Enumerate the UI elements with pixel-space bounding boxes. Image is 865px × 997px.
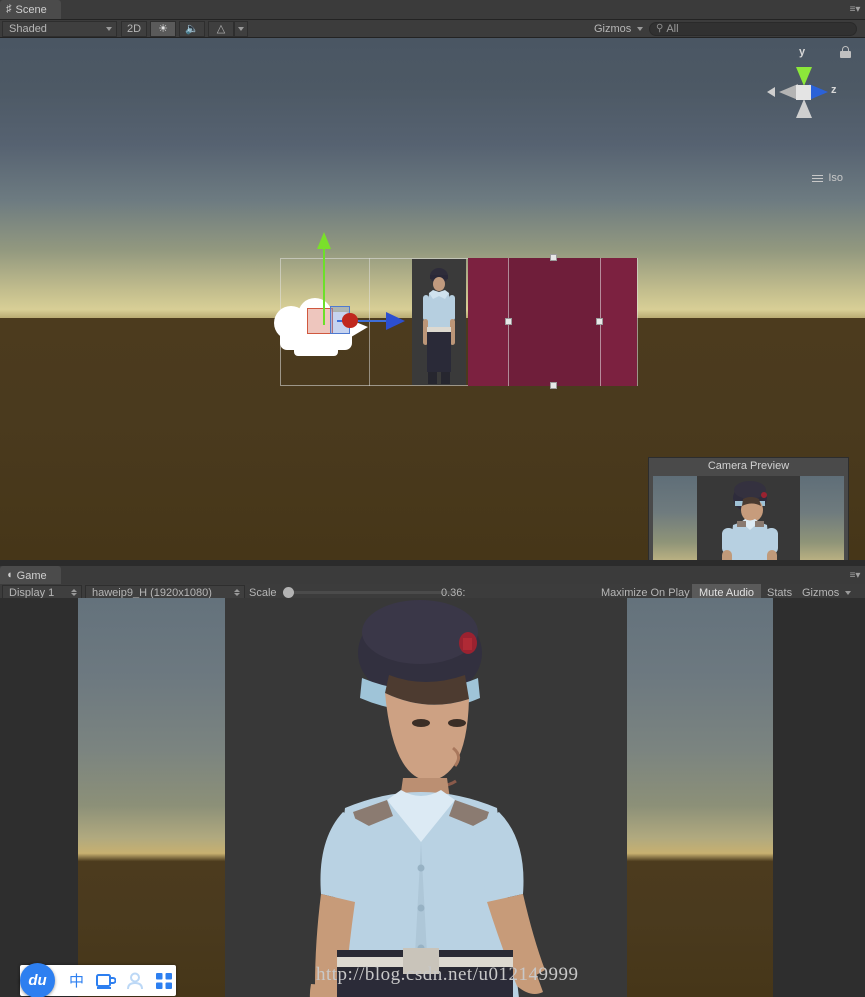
scene-search-placeholder: All xyxy=(666,22,679,35)
sun-icon: ☀ xyxy=(158,23,168,35)
gizmo-z-label: z xyxy=(831,84,837,96)
game-tabstrip: ◖ Game ≡▾ xyxy=(0,566,865,586)
scale-handle-top[interactable] xyxy=(550,254,557,261)
chevron-down-icon xyxy=(106,26,112,31)
game-panel-options-icon[interactable]: ≡▾ xyxy=(848,568,862,582)
gamepad-icon: ◖ xyxy=(6,569,13,581)
game-display-label: Display 1 xyxy=(9,586,55,599)
move-axis-x-arrow[interactable] xyxy=(342,313,358,328)
scale-handle-right[interactable] xyxy=(596,318,603,325)
game-mute-audio-label: Mute Audio xyxy=(699,586,755,599)
scale-handle-bottom[interactable] xyxy=(550,382,557,389)
scale-handle-left[interactable] xyxy=(505,318,512,325)
game-viewport[interactable]: http://blog.csdn.net/u012149999 xyxy=(0,598,865,997)
hamburger-icon xyxy=(812,174,824,182)
chevron-down-icon xyxy=(637,26,644,31)
scene-viewport[interactable]: y z Iso Camera Preview xyxy=(0,38,865,560)
stepper-icon xyxy=(71,589,77,596)
scene-draw-mode-dropdown[interactable]: Shaded xyxy=(2,20,117,37)
move-axis-z-arrow[interactable] xyxy=(386,312,405,330)
scene-projection-toggle[interactable]: Iso xyxy=(812,172,843,184)
tab-scene-label: Scene xyxy=(15,3,47,16)
ime-logo-text: du xyxy=(28,972,47,989)
camera-preview-sky-left xyxy=(653,476,697,560)
scene-panel-options-icon[interactable]: ≡▾ xyxy=(848,2,862,16)
chevron-down-icon xyxy=(845,590,852,595)
scene-search-input[interactable]: ⚲ All xyxy=(649,21,857,36)
gizmo-center-cube[interactable] xyxy=(796,85,811,100)
game-gizmos-label: Gizmos xyxy=(802,586,840,599)
scene-lighting-toggle[interactable]: ☀ xyxy=(150,20,176,37)
scene-fx-toggle[interactable]: △ xyxy=(208,20,234,37)
scene-fx-dropdown[interactable] xyxy=(234,20,248,37)
stepper-icon xyxy=(234,589,240,596)
gizmo-axis-negy-cone[interactable] xyxy=(796,99,812,118)
ime-input-mode-chinese[interactable]: 中 xyxy=(64,968,89,994)
scene-toolbar: Shaded 2D ☀ 🔈 △ Gizmos ⚲ All xyxy=(0,20,865,38)
camera-preview-panel: Camera Preview xyxy=(648,457,849,560)
gizmo-axis-z-cone[interactable] xyxy=(809,84,828,100)
tab-game-label: Game xyxy=(16,569,47,582)
tab-game[interactable]: ◖ Game xyxy=(0,566,61,585)
scene-gizmos-label: Gizmos xyxy=(594,22,632,35)
lock-body xyxy=(840,51,851,58)
scene-gizmos-dropdown[interactable]: Gizmos xyxy=(588,21,644,37)
camera-preview-title: Camera Preview xyxy=(649,458,848,475)
scene-projection-label: Iso xyxy=(828,172,843,184)
character-sprite-preview xyxy=(697,476,800,560)
slider-thumb[interactable] xyxy=(282,587,294,598)
user-icon[interactable] xyxy=(122,968,147,994)
camera-preview-render xyxy=(653,476,844,560)
scene-tabstrip: ♯ Scene ≡▾ xyxy=(0,0,865,20)
tab-scene[interactable]: ♯ Scene xyxy=(0,0,61,19)
game-scale-value: 0.36: xyxy=(441,586,466,599)
slider-track xyxy=(282,591,454,594)
watermark-text: http://blog.csdn.net/u012149999 xyxy=(316,964,579,985)
game-maximize-on-play-label: Maximize On Play xyxy=(601,586,690,599)
camera-preview-sky-right xyxy=(800,476,844,560)
camera-preview-center xyxy=(697,476,800,560)
game-scale-slider-group[interactable]: Scale 0.36: xyxy=(249,587,589,599)
character-sprite-game xyxy=(225,598,627,997)
game-sky-strip-left xyxy=(78,598,225,997)
game-scale-slider[interactable] xyxy=(282,587,589,599)
scene-2d-toggle[interactable]: 2D xyxy=(121,20,147,37)
scene-character-billboard[interactable] xyxy=(412,259,466,385)
image-effects-icon: △ xyxy=(216,23,226,35)
scene-quad-left[interactable] xyxy=(468,258,508,386)
lock-icon[interactable] xyxy=(840,46,851,58)
game-letterbox-left xyxy=(0,598,78,997)
scene-quad-right[interactable] xyxy=(600,258,637,386)
search-icon: ⚲ xyxy=(656,23,664,34)
move-axis-y-shaft[interactable] xyxy=(323,243,325,325)
scene-quad-center[interactable] xyxy=(508,258,600,386)
unity-editor-window: ♯ Scene ≡▾ Shaded 2D ☀ 🔈 △ Gizmos ⚲ All … xyxy=(0,0,865,997)
keyboard-icon[interactable] xyxy=(93,968,118,994)
scene-orientation-gizmo[interactable]: y z xyxy=(765,46,845,156)
app-grid-icon[interactable] xyxy=(151,968,176,994)
scene-draw-mode-label: Shaded xyxy=(9,22,47,35)
camera-foot xyxy=(294,342,338,356)
move-axis-y-arrow[interactable] xyxy=(317,232,331,249)
speaker-icon: 🔈 xyxy=(185,23,199,35)
gizmo-y-label: y xyxy=(799,46,806,58)
game-stats-label: Stats xyxy=(767,586,793,599)
game-letterbox-right xyxy=(773,598,865,997)
scene-audio-toggle[interactable]: 🔈 xyxy=(179,20,205,37)
ime-mode-glyph: 中 xyxy=(68,973,84,990)
game-scale-label: Scale xyxy=(249,586,277,599)
scene-2d-label: 2D xyxy=(126,22,142,35)
gizmo-axis-x-arrow[interactable] xyxy=(767,87,775,97)
grid-hash-icon: ♯ xyxy=(6,3,12,15)
game-sky-strip-right xyxy=(627,598,773,997)
ime-floating-bar[interactable]: du 中 xyxy=(20,963,176,997)
chevron-down-icon xyxy=(238,26,244,31)
character-sprite-small xyxy=(412,259,466,385)
game-aspect-label: haweip9_H (1920x1080) xyxy=(92,586,212,599)
baidu-ime-logo-icon[interactable]: du xyxy=(20,963,55,997)
